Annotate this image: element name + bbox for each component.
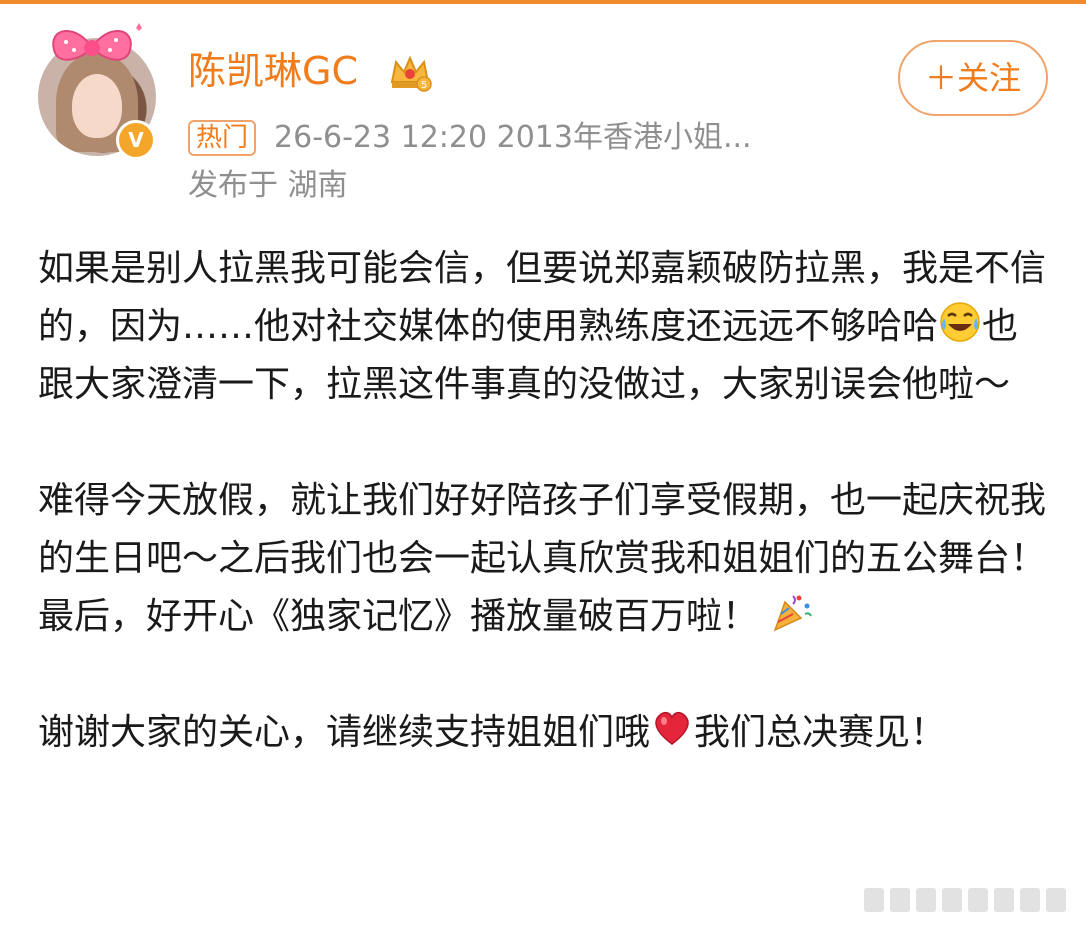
avatar-face [72,74,122,138]
author-name[interactable]: 陈凯琳GC [188,46,358,96]
bow-icon [52,23,142,61]
paragraph: 难得今天放假，就让我们好好陪孩子们享受假期，也一起庆祝我的生日吧～之后我们也会一… [38,472,1048,646]
post-meta: 热门 26-6-23 12:20 2013年香港小姐... [188,118,752,158]
red-heart-emoji-icon [655,711,689,745]
follow-button[interactable]: ＋关注 [898,40,1048,116]
hot-badge: 热门 [188,120,257,156]
paragraph-text: 如果是别人拉黑我可能会信，但要说郑嘉颖破防拉黑，我是不信的，因为……他对社交媒体… [38,248,1047,347]
crown-level-icon: 5 [390,55,432,92]
party-popper-emoji-icon [774,595,813,632]
paragraph: 如果是别人拉黑我可能会信，但要说郑嘉颖破防拉黑，我是不信的，因为……他对社交媒体… [38,240,1048,414]
paragraph: 谢谢大家的关心，请继续支持姐姐们哦 我们总决赛见！ [38,704,1048,762]
post-time-and-source: 26-6-23 12:20 2013年香港小姐... [274,120,752,155]
top-accent-stripe [0,0,1086,4]
laughing-tears-emoji-icon [940,302,980,342]
verified-badge-icon: V [116,120,156,160]
svg-text:5: 5 [421,80,427,91]
post-location: 发布于 湖南 [188,168,348,203]
paragraph-text: 我们总决赛见！ [694,712,947,753]
paragraph-text: 谢谢大家的关心，请继续支持姐姐们哦 [38,712,651,753]
paragraph-text: 难得今天放假，就让我们好好陪孩子们享受假期，也一起庆祝我的生日吧～之后我们也会一… [38,480,1047,637]
post-content: 如果是别人拉黑我可能会信，但要说郑嘉颖破防拉黑，我是不信的，因为……他对社交媒体… [38,240,1048,820]
watermark [864,888,1066,912]
